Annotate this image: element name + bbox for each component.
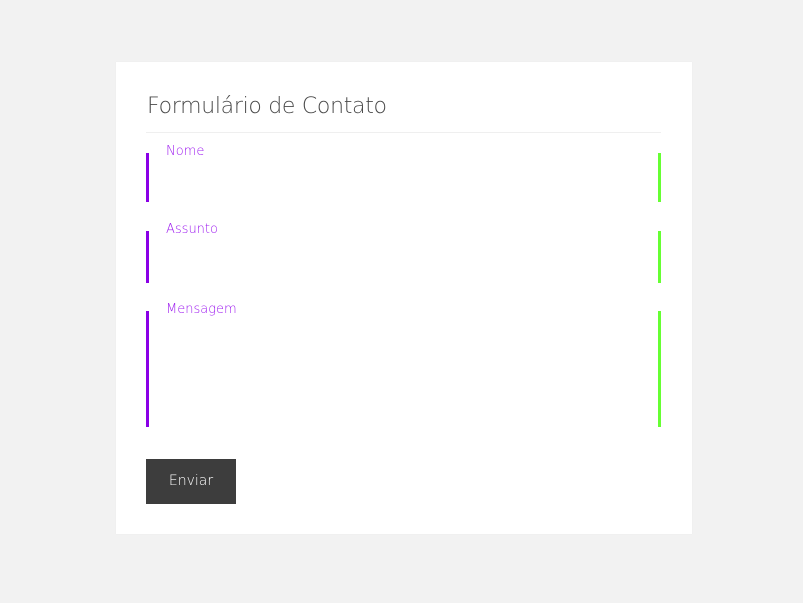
message-field: Mensagem bbox=[146, 302, 661, 427]
subject-input[interactable] bbox=[150, 235, 657, 279]
name-input[interactable] bbox=[150, 157, 657, 198]
subject-field: Assunto bbox=[146, 222, 661, 283]
name-field: Nome bbox=[146, 144, 661, 202]
title-divider bbox=[146, 132, 661, 133]
message-textarea[interactable] bbox=[150, 315, 657, 423]
form-title: Formulário de Contato bbox=[147, 94, 387, 119]
contact-form-card: Formulário de Contato Nome Assunto Mensa… bbox=[116, 62, 692, 534]
send-button[interactable]: Enviar bbox=[146, 459, 236, 504]
